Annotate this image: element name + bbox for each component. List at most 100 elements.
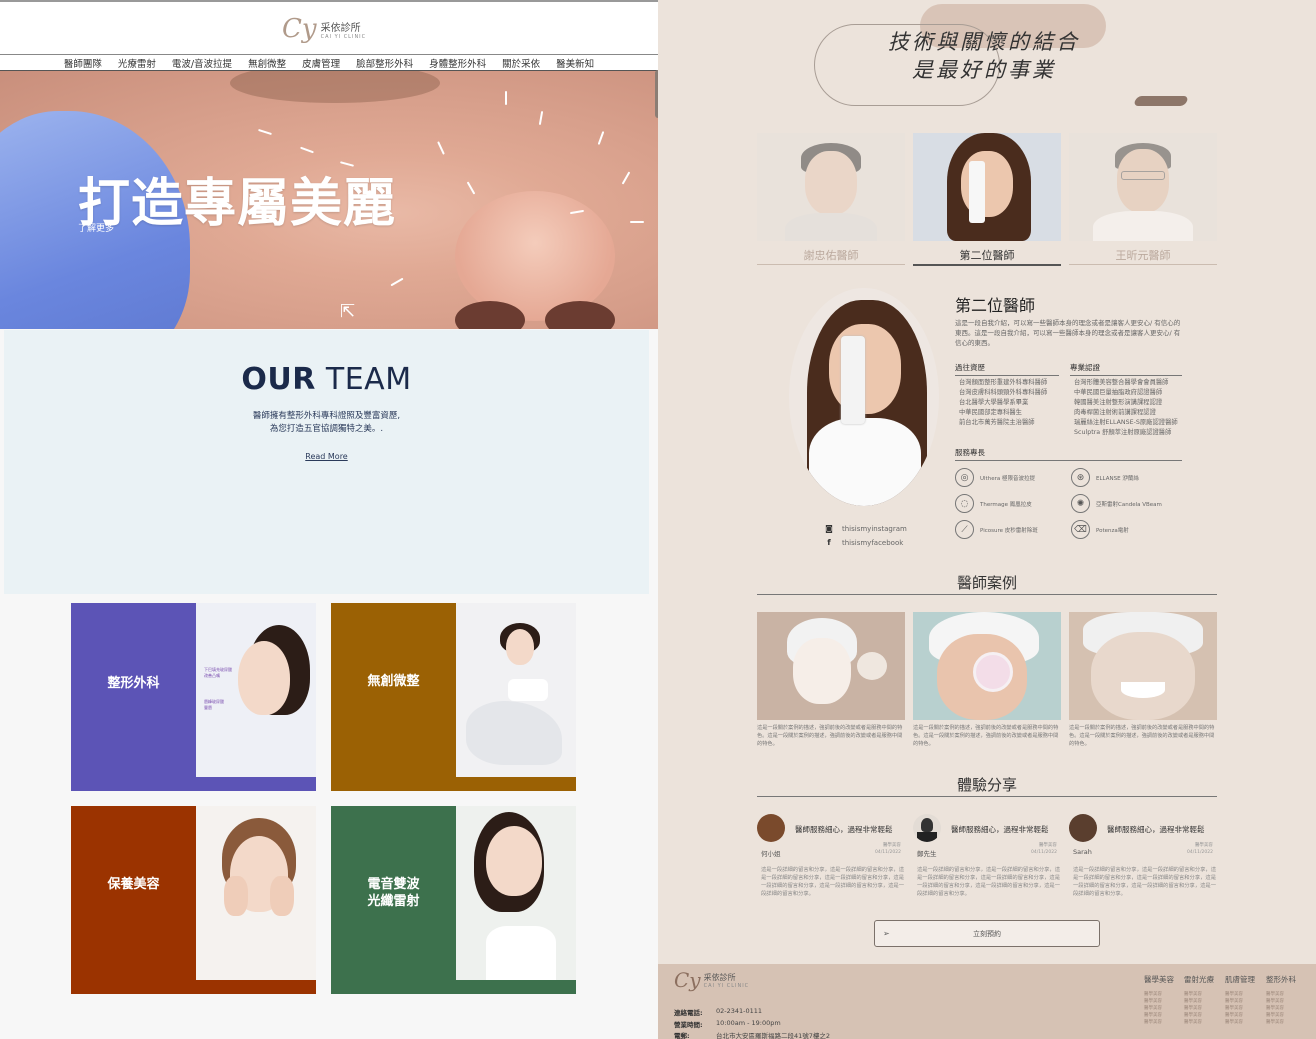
nav-item-doctors[interactable]: 醫師團隊 — [56, 55, 110, 70]
list-item: 中華民國部定專科醫生 — [959, 409, 1022, 416]
experience-list: 台灣顏面整形重建外科專科醫師 台灣皮膚科科頭頸外科專科醫師 台北醫學大學醫學系畢… — [959, 378, 1047, 428]
book-now-button[interactable]: ➢ 立刻預約 — [874, 920, 1100, 947]
review-category: 醫學美容 — [882, 843, 901, 848]
hero-guide-dash — [300, 146, 314, 154]
hero-title: 打造專屬美麗 — [78, 174, 397, 234]
footer-link[interactable]: 醫學美容 — [1266, 1019, 1296, 1026]
footer-link[interactable]: 醫學美容 — [1225, 991, 1255, 998]
footer-link[interactable]: 醫學美容 — [1266, 991, 1296, 998]
facebook-link[interactable]: f thisismyfacebook — [824, 538, 903, 547]
footer-link[interactable]: 醫學美容 — [1225, 1005, 1255, 1012]
footer-link[interactable]: 醫學美容 — [1184, 998, 1214, 1005]
logo-sub: CAI YI CLINIC — [703, 982, 750, 989]
slogan-accent-bar — [1133, 96, 1189, 106]
category-card-laser[interactable]: 電音雙波 光纖雷射 — [331, 806, 576, 994]
case-card[interactable]: 這是一段關於案例的描述，強調前後的改變或者是服務中間的特色。這是一段關於案例的描… — [913, 612, 1061, 752]
instagram-link[interactable]: ◙ thisismyinstagram — [824, 524, 907, 533]
footer-link[interactable]: 醫學美容 — [1144, 1019, 1174, 1026]
left-page: Cy 采依診所 CAI YI CLINIC 醫師團隊 光療雷射 電波/音波拉提 … — [0, 0, 658, 1039]
photo-face-shape — [829, 324, 901, 414]
photo-mask-shape — [793, 638, 851, 704]
photo-hand-shape — [270, 876, 294, 916]
doctor-tab-2[interactable]: 第二位醫師 — [913, 133, 1061, 267]
tab-underline — [1069, 264, 1217, 265]
nav-item-news[interactable]: 醫美新知 — [548, 55, 602, 70]
send-icon: ➢ — [883, 929, 890, 938]
nav-item-skin[interactable]: 皮膚管理 — [294, 55, 348, 70]
case-photo — [913, 612, 1061, 720]
arrow-icon: ⇱ — [340, 301, 356, 322]
footer-link[interactable]: 醫學美容 — [1225, 1019, 1255, 1026]
footer-column-head[interactable]: 醫學美容 — [1144, 974, 1174, 985]
nav-item-laser[interactable]: 光療雷射 — [110, 55, 164, 70]
ellanse-icon: ⊛ — [1071, 468, 1090, 487]
hero-learn-more-link[interactable]: 了解更多 — [78, 221, 114, 234]
photo-hand-shape — [224, 876, 248, 916]
footer-link[interactable]: 醫學美容 — [1266, 1005, 1296, 1012]
case-card[interactable]: 這是一段關於案例的描述，強調前後的改變或者是服務中間的特色。這是一段關於案例的描… — [757, 612, 905, 752]
clinic-logo[interactable]: Cy 采依診所 CAI YI CLINIC — [282, 16, 366, 42]
hero-guide-dash — [630, 221, 644, 223]
review-date: 04/11/2022 — [1187, 850, 1213, 855]
category-card-plastic-surgery[interactable]: 整形外科 下巴填充玻尿酸 改善凸嘴 唇峰玻尿酸 豐唇 — [71, 603, 316, 791]
card-photo: 下巴填充玻尿酸 改善凸嘴 唇峰玻尿酸 豐唇 — [196, 603, 316, 777]
phone-value: 02-2341-0111 — [716, 1007, 763, 1015]
doctor-title: 第二位醫師 — [955, 296, 1036, 315]
footer-column: 整形外科 醫學美容 醫學美容 醫學美容 醫學美容 醫學美容 — [1266, 974, 1296, 1026]
skill-label: Ulthera 極限音波拉提 — [980, 475, 1035, 482]
review-meta: 醫學美容 04/11/2022 — [1187, 842, 1213, 856]
ultherapy-icon: ◎ — [955, 468, 974, 487]
nav-item-noninvasive[interactable]: 無創微整 — [240, 55, 294, 70]
case-description: 這是一段關於案例的描述，強調前後的改變或者是服務中間的特色。這是一段關於案例的描… — [1069, 725, 1215, 747]
skill-label: Potenza電射 — [1096, 527, 1129, 534]
skill-item: ⊛ ELLANSE 洢蘭絲 — [1071, 468, 1139, 487]
slogan-line2: 是最好的事業 — [912, 58, 1056, 82]
team-read-more-link[interactable]: Read More — [4, 452, 649, 461]
category-card-noninvasive[interactable]: 無創微整 — [331, 603, 576, 791]
avatar — [757, 814, 785, 842]
doctor-profile-photo — [789, 288, 939, 506]
footer-hours: 營業時間: 10:00am - 19:00pm — [674, 1019, 781, 1029]
footer-link[interactable]: 醫學美容 — [1184, 1019, 1214, 1026]
hero-guide-dash — [466, 181, 476, 195]
nav-item-body-surgery[interactable]: 身體整形外科 — [421, 55, 494, 70]
list-item: 台灣顏面整形重建外科專科醫師 — [959, 379, 1048, 386]
footer-link[interactable]: 醫學美容 — [1266, 998, 1296, 1005]
doctor-tab-1[interactable]: 謝忠佑醫師 — [757, 133, 905, 267]
footer-column-head[interactable]: 雷射光療 — [1184, 974, 1214, 985]
footer-link[interactable]: 醫學美容 — [1144, 1005, 1174, 1012]
list-item: 前台北市萬芳醫院主治醫師 — [959, 419, 1035, 426]
nav-item-about[interactable]: 關於采依 — [494, 55, 548, 70]
reviewer-name: 鄭先生 — [917, 850, 937, 858]
skill-item: ✺ 亞斯雷射Candela VBeam — [1071, 494, 1162, 513]
footer-logo[interactable]: Cy 采依診所 CAI YI CLINIC — [674, 970, 749, 990]
footer-link[interactable]: 醫學美容 — [1144, 1012, 1174, 1019]
card-tag: 唇峰玻尿酸 豐唇 — [204, 699, 224, 710]
footer-link[interactable]: 醫學美容 — [1144, 998, 1174, 1005]
footer-link[interactable]: 醫學美容 — [1184, 1005, 1214, 1012]
case-card[interactable]: 這是一段關於案例的描述，強調前後的改變或者是服務中間的特色。這是一段關於案例的描… — [1069, 612, 1217, 752]
category-card-skincare[interactable]: 保養美容 — [71, 806, 316, 994]
nav-item-lifting[interactable]: 電波/音波拉提 — [164, 55, 240, 70]
footer-column-head[interactable]: 肌膚管理 — [1225, 974, 1255, 985]
photo-jar-shape — [857, 652, 887, 680]
card-color-strip — [456, 980, 576, 994]
footer-column-head[interactable]: 整形外科 — [1266, 974, 1296, 985]
logo-mark: Cy — [282, 14, 317, 44]
photo-cloth-shape — [466, 701, 562, 765]
photo-coat-shape — [1093, 211, 1193, 241]
card-label: 保養美容 — [107, 877, 160, 892]
footer-link[interactable]: 醫學美容 — [1225, 1012, 1255, 1019]
doctor-tab-3[interactable]: 王昕元醫師 — [1069, 133, 1217, 267]
footer-link[interactable]: 醫學美容 — [1266, 1012, 1296, 1019]
hero-guide-dash — [437, 141, 445, 155]
footer-link[interactable]: 醫學美容 — [1225, 998, 1255, 1005]
photo-face-shape — [805, 151, 857, 215]
footer-link[interactable]: 醫學美容 — [1144, 991, 1174, 998]
footer-link[interactable]: 醫學美容 — [1184, 991, 1214, 998]
footer-link[interactable]: 醫學美容 — [1184, 1012, 1214, 1019]
reviews-heading: 體驗分享 — [956, 776, 1017, 794]
nav-item-face-surgery[interactable]: 臉部整形外科 — [348, 55, 421, 70]
team-description: 醫師擁有整形外科專科證照及豐富資歷, 為您打造五官協調獨特之美。. — [4, 410, 649, 436]
doctor-photo — [1069, 133, 1217, 241]
